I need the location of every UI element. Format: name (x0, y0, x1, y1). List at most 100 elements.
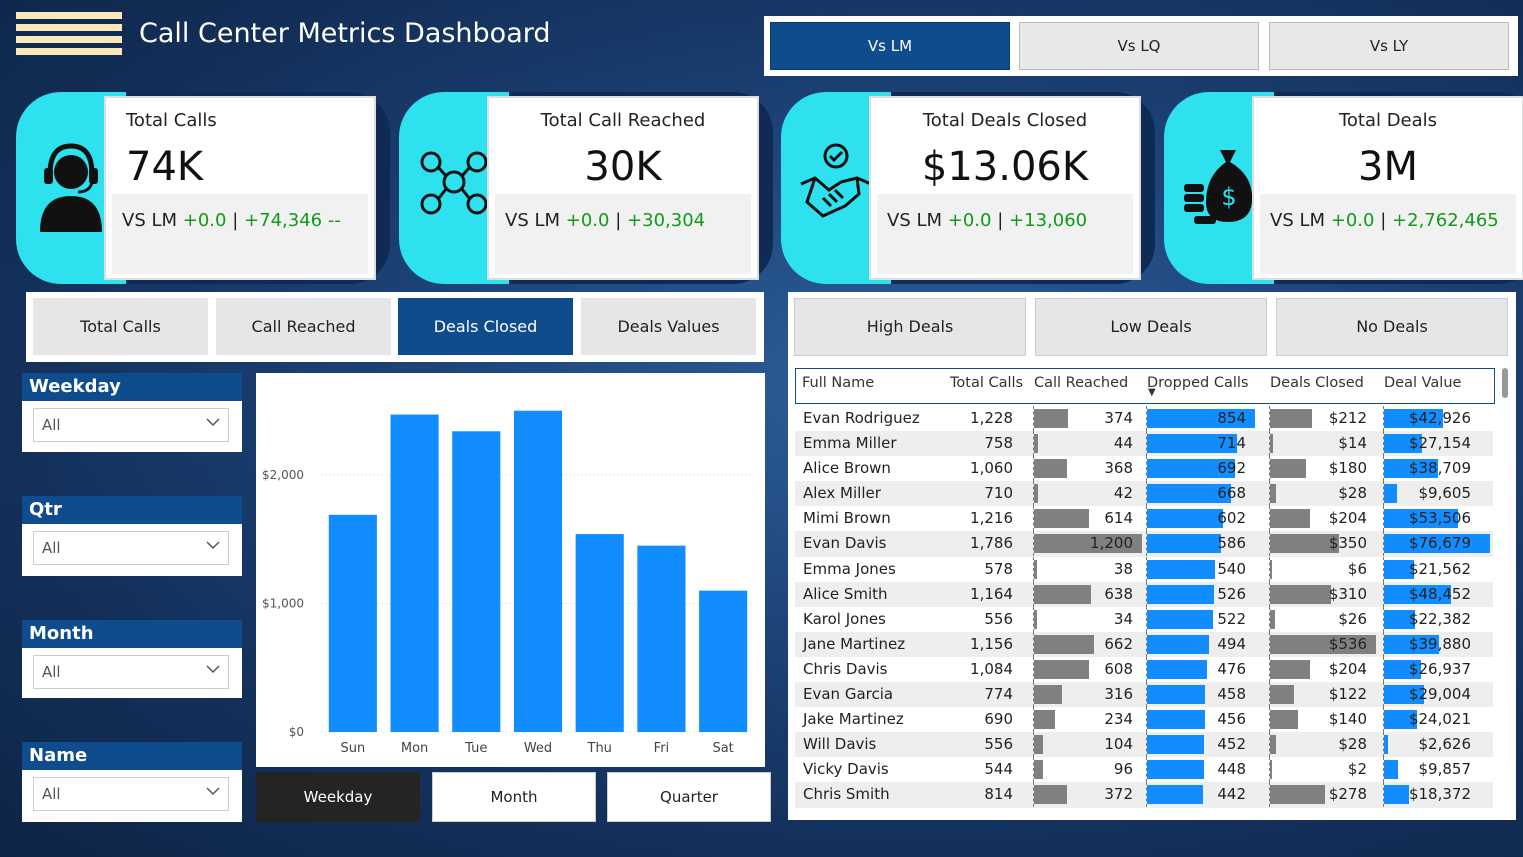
y-tick-label: $1,000 (262, 596, 304, 610)
table-row[interactable]: Evan Davis 1,786 1,200 586 $350 $76,679 (795, 531, 1493, 557)
agent-name: Will Davis (803, 735, 877, 754)
table-row[interactable]: Alice Brown 1,060 368 692 $180 $38,709 (795, 456, 1493, 482)
total-calls-button[interactable]: Total Calls (33, 298, 208, 355)
vs-lq-button[interactable]: Vs LQ (1019, 22, 1259, 70)
x-tick-label: Sat (712, 741, 733, 756)
qtr-slicer: Qtr All (22, 496, 242, 576)
deals-closed-value: $26 (1338, 609, 1367, 628)
bar-chart-svg: $0 $1,000 $2,000 Sun Mon Tue Wed Thu Fri Sat (262, 410, 754, 756)
bar-sun[interactable] (328, 514, 377, 732)
deals-closed-value: $204 (1328, 509, 1367, 528)
table-row[interactable]: Alex Miller 710 42 668 $28 $9,605 (795, 481, 1493, 507)
table-row[interactable]: Vicky Davis 544 96 448 $2 $9,857 (795, 757, 1493, 783)
weekday-axis-button[interactable]: Weekday (256, 772, 420, 822)
deals-closed-value: $2 (1347, 760, 1367, 779)
bar-mon[interactable] (390, 414, 439, 732)
name-dropdown[interactable]: All (33, 777, 229, 811)
agent-name: Chris Smith (803, 785, 890, 804)
month-dropdown[interactable]: All (33, 655, 229, 689)
agent-name: Alice Smith (803, 584, 888, 603)
dropped-calls-value: 854 (1217, 409, 1246, 427)
table-row[interactable]: Chris Smith 814 372 442 $278 $18,372 (795, 782, 1493, 808)
table-row[interactable]: Jane Martinez 1,156 662 494 $536 $39,880 (795, 631, 1493, 657)
network-people-icon (420, 151, 488, 215)
table-body: Evan Rodriguez 1,228 374 854 $212 $42,926 Emma… (795, 406, 1493, 808)
deals-closed-button[interactable]: Deals Closed (398, 298, 573, 355)
vs-lm-button[interactable]: Vs LM (770, 22, 1010, 70)
agent-name: Karol Jones (803, 609, 886, 628)
deal-value-value: $53,506 (1408, 509, 1471, 528)
col-deal-value[interactable]: Deal Value (1384, 375, 1461, 391)
chevron-down-icon (206, 665, 220, 674)
kpi-comparison: VS LM +0.0 | +30,304 (505, 210, 706, 231)
total-calls-value: 758 (984, 434, 1013, 453)
slicer-title: Qtr (22, 496, 242, 524)
month-axis-button[interactable]: Month (432, 772, 596, 822)
x-tick-label: Wed (524, 741, 552, 756)
bar-tue[interactable] (452, 431, 501, 732)
table-row[interactable]: Will Davis 556 104 452 $28 $2,626 (795, 732, 1493, 758)
total-calls-value: 1,786 (970, 534, 1013, 553)
table-row[interactable]: Mimi Brown 1,216 614 602 $204 $53,506 (795, 506, 1493, 532)
bar-thu[interactable] (575, 534, 624, 732)
table-row[interactable]: Jake Martinez 690 234 456 $140 $24,021 (795, 707, 1493, 733)
kpi-total-deals: $ Total Deals 3M VS LM +0.0 | +2,762,465 (1164, 92, 1523, 284)
comparison-toggle: Vs LM Vs LQ Vs LY (764, 16, 1518, 76)
bar-sat[interactable] (699, 590, 748, 732)
money-bag-icon: $ (1184, 150, 1253, 224)
deals-closed-value: $310 (1328, 584, 1367, 603)
table-row[interactable]: Emma Jones 578 38 540 $6 $21,562 (795, 556, 1493, 582)
call-reached-value: 34 (1113, 609, 1133, 628)
call-reached-value: 234 (1104, 710, 1133, 729)
total-calls-value: 556 (984, 609, 1013, 628)
col-full-name[interactable]: Full Name (802, 375, 874, 391)
table-row[interactable]: Emma Miller 758 44 714 $14 $27,154 (795, 431, 1493, 457)
table-row[interactable]: Alice Smith 1,164 638 526 $310 $48,452 (795, 581, 1493, 607)
table-scrollbar[interactable] (1502, 368, 1508, 398)
agent-name: Jake Martinez (803, 710, 904, 729)
dropped-calls-value: 494 (1217, 634, 1246, 653)
deal-value-value: $39,880 (1408, 634, 1471, 653)
y-tick-label: $2,000 (262, 468, 304, 482)
table-row[interactable]: Karol Jones 556 34 522 $26 $22,382 (795, 606, 1493, 632)
call-reached-value: 1,200 (1090, 534, 1133, 553)
kpi-total-deals-closed: Total Deals Closed $13.06K VS LM +0.0 | +… (781, 92, 1155, 284)
kpi-label: Total Deals (1338, 110, 1438, 131)
agent-name: Evan Garcia (803, 685, 894, 704)
dropped-calls-value: 602 (1217, 509, 1246, 528)
col-total-calls[interactable]: Total Calls (950, 375, 1023, 391)
bar-fri[interactable] (637, 545, 686, 732)
no-deals-button[interactable]: No Deals (1276, 298, 1508, 356)
qtr-dropdown[interactable]: All (33, 531, 229, 565)
total-calls-value: 814 (984, 785, 1013, 804)
weekday-dropdown[interactable]: All (33, 408, 229, 442)
agent-name: Jane Martinez (803, 634, 906, 653)
table-row[interactable]: Evan Rodriguez 1,228 374 854 $212 $42,926 (795, 406, 1493, 431)
deals-closed-value: $28 (1338, 735, 1367, 754)
deals-closed-value: $140 (1328, 710, 1367, 729)
agent-name: Evan Davis (803, 534, 887, 553)
menu-icon[interactable] (16, 12, 122, 60)
dropped-calls-value: 522 (1217, 609, 1246, 628)
deals-closed-value: $204 (1328, 659, 1367, 678)
deals-values-button[interactable]: Deals Values (581, 298, 756, 355)
table-row[interactable]: Evan Garcia 774 316 458 $122 $29,004 (795, 682, 1493, 708)
high-deals-button[interactable]: High Deals (794, 298, 1026, 356)
low-deals-button[interactable]: Low Deals (1035, 298, 1267, 356)
deals-closed-value: $536 (1328, 634, 1367, 653)
table-row[interactable]: Chris Davis 1,084 608 476 $204 $26,937 (795, 656, 1493, 682)
call-reached-button[interactable]: Call Reached (216, 298, 391, 355)
call-reached-value: 38 (1113, 559, 1133, 578)
svg-text:$: $ (1221, 183, 1236, 211)
col-dropped-calls[interactable]: Dropped Calls (1147, 375, 1248, 391)
vs-ly-button[interactable]: Vs LY (1269, 22, 1509, 70)
bar-wed[interactable] (513, 410, 563, 732)
chevron-down-icon (206, 541, 220, 550)
agent-name: Vicky Davis (803, 760, 889, 779)
col-call-reached[interactable]: Call Reached (1034, 375, 1128, 391)
quarter-axis-button[interactable]: Quarter (607, 772, 771, 822)
slicer-title: Month (22, 620, 242, 648)
headset-agent-icon (40, 143, 102, 232)
col-deals-closed[interactable]: Deals Closed (1270, 375, 1364, 391)
table-header: Full Name Total Calls Call Reached Dropp… (795, 368, 1495, 404)
